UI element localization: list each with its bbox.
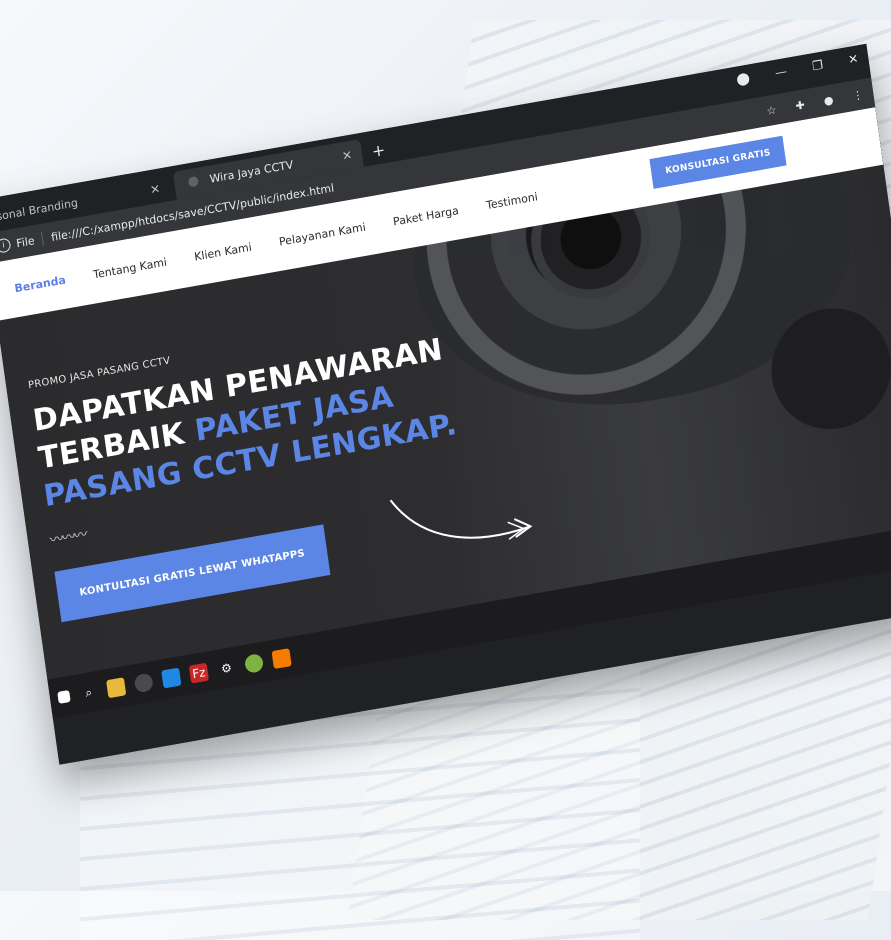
restore-icon[interactable]: ❐ <box>811 58 824 74</box>
menu-icon[interactable]: ⋮ <box>852 88 865 103</box>
nav-item-klien-kami[interactable]: Klien Kami <box>193 240 252 263</box>
extensions-icon[interactable]: ✚ <box>795 98 806 112</box>
app-icon[interactable] <box>243 652 265 674</box>
divider <box>41 231 45 246</box>
close-icon[interactable]: ✕ <box>340 141 354 170</box>
profile-dropdown-icon[interactable]: ⬤ <box>735 71 750 87</box>
globe-icon <box>187 175 200 188</box>
vscode-icon[interactable] <box>161 667 182 689</box>
close-window-icon[interactable]: ✕ <box>847 51 859 67</box>
chrome-icon[interactable] <box>133 672 154 694</box>
start-icon[interactable] <box>57 689 71 704</box>
info-icon[interactable]: i <box>0 237 12 254</box>
folder-icon[interactable] <box>106 677 127 699</box>
search-icon[interactable]: ⌕ <box>78 682 98 703</box>
address-prefix: File <box>15 233 36 250</box>
close-icon[interactable]: ✕ <box>148 175 162 204</box>
settings-icon[interactable]: ⚙ <box>216 658 236 679</box>
minimize-icon[interactable]: — <box>774 64 788 80</box>
xampp-icon[interactable] <box>271 648 292 670</box>
nav-item-testimoni[interactable]: Testimoni <box>485 190 538 212</box>
new-tab-button[interactable]: + <box>371 140 387 161</box>
camera-mount <box>763 298 891 439</box>
nav-item-tentang-kami[interactable]: Tentang Kami <box>92 255 167 281</box>
hero-section: PROMO JASA PASANG CCTV DAPATKAN PENAWARA… <box>28 301 515 623</box>
avatar[interactable]: ● <box>823 93 834 108</box>
nav-item-pelayanan-kami[interactable]: Pelayanan Kami <box>278 220 366 248</box>
star-icon[interactable]: ☆ <box>766 103 778 118</box>
konsultasi-gratis-button[interactable]: KONSULTASI GRATIS <box>649 135 787 189</box>
nav-item-paket-harga[interactable]: Paket Harga <box>392 204 459 228</box>
filezilla-icon[interactable]: Fz <box>188 662 210 684</box>
nav-item-beranda[interactable]: Beranda <box>14 273 67 295</box>
